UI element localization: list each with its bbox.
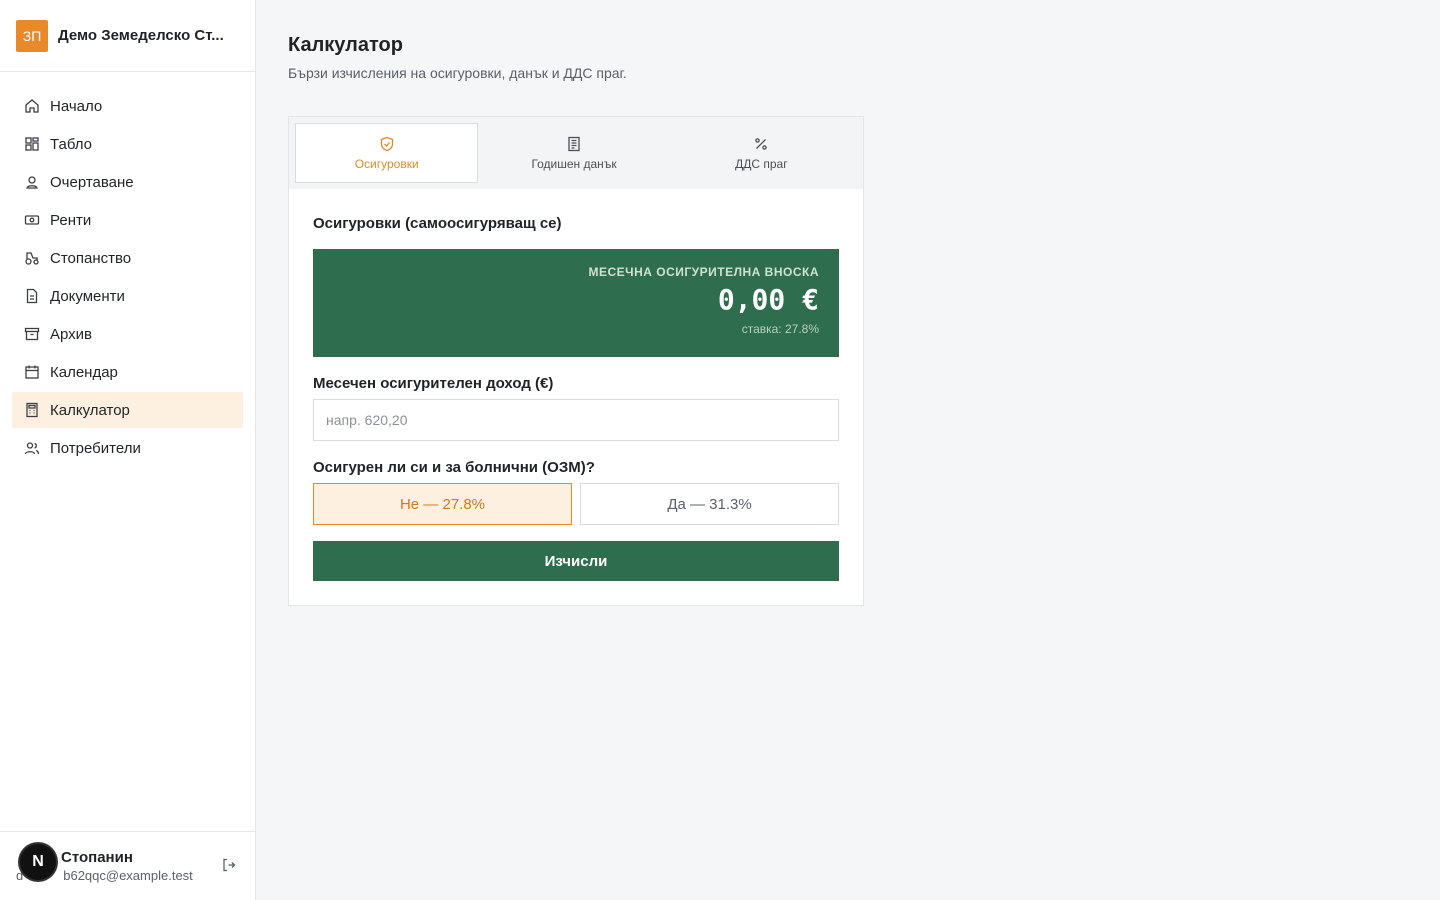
tab-annual-tax[interactable]: Годишен данък <box>482 123 665 183</box>
sidebar-item-outline[interactable]: Очертаване <box>12 164 243 200</box>
shield-check-icon <box>378 135 396 153</box>
sidebar-item-label: Документи <box>50 287 125 305</box>
sidebar-item-label: Архив <box>50 325 93 343</box>
calculator-icon <box>24 402 40 418</box>
tab-vat-threshold[interactable]: ДДС праг <box>670 123 853 183</box>
calculate-button[interactable]: Изчисли <box>313 541 839 581</box>
sidebar-item-users[interactable]: Потребители <box>12 430 243 466</box>
sidebar-item-calculator[interactable]: Калкулатор <box>12 392 243 428</box>
percent-icon <box>752 135 770 153</box>
sidebar-item-dashboard[interactable]: Табло <box>12 126 243 162</box>
users-icon <box>24 440 40 456</box>
sidebar-item-rents[interactable]: Ренти <box>12 202 243 238</box>
section-title: Осигуровки (самоосигуряващ се) <box>313 215 562 232</box>
result-value: 0,00 € <box>717 283 819 316</box>
sidebar-item-documents[interactable]: Документи <box>12 278 243 314</box>
brand-logo: ЗП <box>16 19 48 52</box>
dashboard-icon <box>24 136 40 152</box>
result-rate: ставка: 27.8% <box>741 322 819 336</box>
sidebar-item-label: Очертаване <box>50 173 134 191</box>
result-label: МЕСЕЧНА ОСИГУРИТЕЛНА ВНОСКА <box>588 265 819 279</box>
sidebar: ЗП Демо Земеделско Ст... Начало Табло Оч… <box>0 0 256 900</box>
user-email-text: b62qqc@example.test <box>63 868 193 883</box>
option-yes-button[interactable]: Да — 31.3% <box>580 483 839 525</box>
result-panel: МЕСЕЧНА ОСИГУРИТЕЛНА ВНОСКА 0,00 € ставк… <box>313 249 839 357</box>
calculator-card: Осигуровки Годишен данък ДДС праг Осигур… <box>288 116 864 606</box>
tab-insurance[interactable]: Осигуровки <box>295 123 479 183</box>
sidebar-item-label: Ренти <box>50 211 92 229</box>
option-no-button[interactable]: Не — 27.8% <box>313 483 572 525</box>
sidebar-item-calendar[interactable]: Календар <box>12 354 243 390</box>
tractor-icon <box>24 250 40 266</box>
sick-leave-label: Осигурен ли си и за болнични (ОЗМ)? <box>313 459 595 476</box>
user-box: Стопанин d b62qqc@example.test N <box>0 831 255 900</box>
sidebar-item-label: Калкулатор <box>50 401 130 419</box>
income-label: Месечен осигурителен доход (€) <box>313 375 554 392</box>
sidebar-item-label: Стопанство <box>50 249 132 267</box>
tab-label: Осигуровки <box>354 157 419 171</box>
brand[interactable]: ЗП Демо Земеделско Ст... <box>0 0 255 72</box>
sidebar-item-label: Календар <box>50 363 118 381</box>
map-pin-icon <box>24 174 40 190</box>
tab-label: ДДС праг <box>735 157 788 171</box>
page-title: Калкулатор <box>288 34 403 56</box>
sidebar-item-home[interactable]: Начало <box>12 88 243 124</box>
sidebar-item-archive[interactable]: Архив <box>12 316 243 352</box>
income-input[interactable] <box>313 399 839 441</box>
home-icon <box>24 98 40 114</box>
sidebar-item-label: Табло <box>50 135 93 153</box>
document-icon <box>24 288 40 304</box>
next-dev-badge[interactable]: N <box>20 844 56 880</box>
sidebar-item-label: Потребители <box>50 439 141 457</box>
logout-icon[interactable] <box>221 857 239 875</box>
sidebar-item-label: Начало <box>50 97 103 115</box>
brand-name: Демо Земеделско Ст... <box>58 27 224 44</box>
receipt-icon <box>565 135 583 153</box>
page-subtitle: Бързи изчисления на осигуровки, данък и … <box>288 65 627 81</box>
sidebar-nav: Начало Табло Очертаване Ренти Стопанство… <box>0 72 255 484</box>
calendar-icon <box>24 364 40 380</box>
sidebar-item-farm[interactable]: Стопанство <box>12 240 243 276</box>
calculator-tabs: Осигуровки Годишен данък ДДС праг <box>289 117 863 189</box>
tab-label: Годишен данък <box>531 157 617 171</box>
banknote-icon <box>24 212 40 228</box>
archive-icon <box>24 326 40 342</box>
